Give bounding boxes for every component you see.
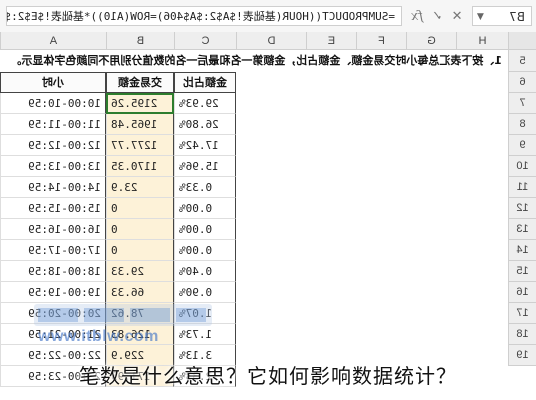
column-header-c[interactable]: C xyxy=(174,32,236,50)
table-header-cell: 金额占比 xyxy=(174,72,236,93)
row-header-8[interactable]: 8 xyxy=(508,114,536,135)
table-cell[interactable]: 17.42% xyxy=(174,135,236,156)
row-header-14[interactable]: 14 xyxy=(508,240,536,261)
table-cell[interactable]: 26.80% xyxy=(174,114,236,135)
cancel-icon[interactable]: ✕ xyxy=(450,9,464,24)
table-cell[interactable]: 18:00-18:59 xyxy=(0,261,106,282)
column-header-d[interactable]: D xyxy=(236,32,306,50)
table-cell[interactable]: 0.40% xyxy=(174,261,236,282)
row-header-7[interactable]: 7 xyxy=(508,93,536,114)
insert-function-icon[interactable]: fx xyxy=(410,9,424,24)
table-cell[interactable]: 0 xyxy=(106,219,174,240)
column-header-g[interactable]: G xyxy=(406,32,456,50)
table-cell[interactable]: 0 xyxy=(106,198,174,219)
formula-icons: ✕ ✓ fx xyxy=(406,6,464,26)
row-header-12[interactable]: 12 xyxy=(508,198,536,219)
table-cell[interactable]: 12:00-12:59 xyxy=(0,135,106,156)
row-header-11[interactable]: 11 xyxy=(508,177,536,198)
table-cell[interactable]: 11:00-11:59 xyxy=(0,114,106,135)
row-header-15[interactable]: 15 xyxy=(508,261,536,282)
watermark: www.itblw.com xyxy=(34,302,212,358)
chevron-down-icon[interactable]: ▼ xyxy=(477,7,484,27)
table-cell[interactable]: 14:00-14:59 xyxy=(0,177,106,198)
table-cell[interactable]: 19:00-19:59 xyxy=(0,282,106,303)
table-cell[interactable]: 29.33 xyxy=(106,261,174,282)
table-cell[interactable]: 0.00% xyxy=(174,198,236,219)
table-header-cell: 交易金额 xyxy=(106,72,174,93)
table-cell[interactable]: 15:00-15:59 xyxy=(0,198,106,219)
table-cell[interactable]: 16:00-16:59 xyxy=(0,219,106,240)
table-cell[interactable]: 0.00% xyxy=(174,240,236,261)
select-all-corner[interactable] xyxy=(508,32,536,50)
table-cell[interactable]: 1277.77 xyxy=(106,135,174,156)
row-header-5[interactable]: 5 xyxy=(508,50,536,72)
table-cell[interactable]: 0 xyxy=(106,240,174,261)
watermark-logo xyxy=(34,304,212,326)
table-cell[interactable]: 0.00% xyxy=(174,219,236,240)
table-header-cell: 小时 xyxy=(0,72,106,93)
table-cell[interactable]: 66.33 xyxy=(106,282,174,303)
table-cell[interactable]: 15.96% xyxy=(174,156,236,177)
row-header-6[interactable]: 6 xyxy=(508,72,536,93)
table-cell[interactable]: 17:00-17:59 xyxy=(0,240,106,261)
table-cell[interactable]: 10:00-10:59 xyxy=(0,93,106,114)
column-header-b[interactable]: B xyxy=(106,32,174,50)
table-cell[interactable]: 2195.26 xyxy=(106,93,174,114)
table-cell[interactable]: 0.90% xyxy=(174,282,236,303)
row-header-10[interactable]: 10 xyxy=(508,156,536,177)
row-header-17[interactable]: 17 xyxy=(508,303,536,324)
column-header-e[interactable]: E xyxy=(306,32,356,50)
row-header-16[interactable]: 16 xyxy=(508,282,536,303)
formula-input[interactable]: =SUMPRODUCT((HOUR(基础表!$A$2:$A$406)=ROW(A… xyxy=(6,6,402,26)
column-header-h[interactable]: H xyxy=(456,32,508,50)
name-box[interactable]: B7 ▼ xyxy=(472,6,532,26)
table-cell[interactable]: 1965.48 xyxy=(106,114,174,135)
confirm-icon[interactable]: ✓ xyxy=(430,9,444,24)
table-cell[interactable]: 1170.35 xyxy=(106,156,174,177)
column-header-a[interactable]: A xyxy=(0,32,106,50)
row-header-13[interactable]: 13 xyxy=(508,219,536,240)
instruction-note: 1、按下表汇总每小时交易金额、金额占比，金额第一名和最后一名的数值分别用不同颜色… xyxy=(10,54,502,67)
formula-bar: B7 ▼ ✕ ✓ fx =SUMPRODUCT((HOUR(基础表!$A$2:$… xyxy=(0,0,536,33)
watermark-url: www.itblw.com xyxy=(38,328,159,345)
screenshot-stage: B7 ▼ ✕ ✓ fx =SUMPRODUCT((HOUR(基础表!$A$2:$… xyxy=(0,0,536,400)
table-cell[interactable]: 29.93% xyxy=(174,93,236,114)
row-header-9[interactable]: 9 xyxy=(508,135,536,156)
table-cell[interactable]: 0.33% xyxy=(174,177,236,198)
row-header-18[interactable]: 18 xyxy=(508,324,536,345)
table-cell[interactable]: 13:00-13:59 xyxy=(0,156,106,177)
table-cell[interactable]: 23.9 xyxy=(106,177,174,198)
caption-title: 笔数是什么意思？它如何影响数据统计？ xyxy=(79,364,457,388)
column-header-f[interactable]: F xyxy=(356,32,406,50)
name-box-value: B7 xyxy=(509,10,525,24)
